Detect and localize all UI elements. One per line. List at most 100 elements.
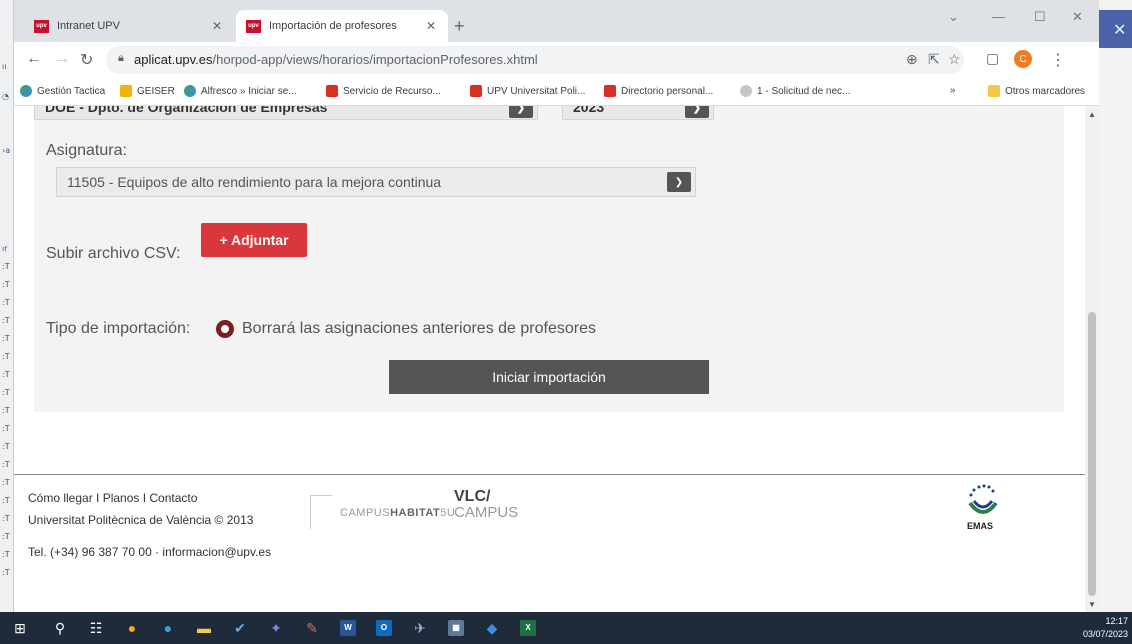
campus-habitat-wordmark: CAMPUSHABITAT5U — [340, 507, 455, 519]
upload-label: Subir archivo CSV: — [46, 245, 181, 262]
year-select[interactable]: 2023 ❯ — [562, 106, 714, 120]
profile-avatar[interactable]: C — [1014, 50, 1032, 68]
page-scrollbar[interactable]: ▲ ▼ — [1085, 106, 1099, 612]
bookmark-item[interactable]: Directorio personal... — [604, 85, 713, 97]
teams-icon[interactable]: ✦ — [268, 620, 284, 636]
tab-intranet[interactable]: upv Intranet UPV ✕ — [24, 10, 234, 42]
url-text: aplicat.upv.es/horpod-app/views/horarios… — [134, 52, 538, 67]
search-icon[interactable]: ⚲ — [52, 620, 68, 636]
bookmark-item[interactable]: 1 - Solicitud de nec... — [740, 85, 850, 97]
department-select[interactable]: DOE - Dpto. de Organización de Empresas … — [34, 106, 538, 120]
calculator-icon[interactable]: ▦ — [448, 620, 464, 636]
screen: ıı ◔ ›a ır :T :T :T :T :T :T :T :T :T :T… — [0, 0, 1132, 644]
chrome-icon[interactable]: ● — [124, 620, 140, 636]
url-path: /horpod-app/views/horarios/importacionPr… — [212, 52, 538, 67]
bookmark-star-icon[interactable]: ☆ — [948, 51, 961, 68]
edge-glyph: :T — [2, 316, 10, 325]
bookmark-item[interactable]: Alfresco » Iniciar se... — [184, 85, 297, 97]
background-window-edge-right: ✕ — [1099, 0, 1132, 612]
scrollbar-thumb[interactable] — [1088, 312, 1096, 596]
bookmark-item[interactable]: Servicio de Recurso... — [326, 85, 441, 97]
zoom-icon[interactable]: ⊕ — [906, 51, 918, 68]
edge-glyph: :T — [2, 334, 10, 343]
bookmark-label: Otros marcadores — [1005, 85, 1086, 97]
footer-contact: Tel. (+34) 96 387 70 00 · informacion@up… — [28, 545, 272, 559]
emas-logo[interactable]: EMAS — [964, 481, 1002, 553]
close-tab-icon[interactable]: ✕ — [212, 19, 222, 33]
edge-glyph: :T — [2, 496, 10, 505]
import-type-option-label[interactable]: Borrará las asignaciones anteriores de p… — [242, 320, 596, 338]
minimize-icon[interactable]: — — [992, 9, 1005, 24]
edge-glyph: :T — [2, 352, 10, 361]
close-window-icon[interactable]: ✕ — [1072, 9, 1083, 25]
bookmark-favicon-icon — [740, 85, 752, 97]
app-icon[interactable]: ◆ — [484, 620, 500, 636]
bookmark-favicon-icon — [326, 85, 338, 97]
scroll-up-icon[interactable]: ▲ — [1088, 110, 1096, 119]
subject-label: Asignatura: — [46, 142, 127, 159]
bookmark-item[interactable]: UPV Universitat Poli... — [470, 85, 585, 97]
clock-time: 12:17 — [1105, 616, 1128, 626]
replace-assignments-radio[interactable] — [216, 320, 234, 338]
subject-select[interactable]: 11505 - Equipos de alto rendimiento para… — [56, 167, 696, 197]
bookmark-label: Directorio personal... — [621, 85, 714, 97]
bookmarks-overflow-icon[interactable]: » — [950, 85, 956, 96]
bookmark-folder-other[interactable]: Otros marcadores — [988, 85, 1085, 97]
folder-icon — [988, 85, 1000, 97]
edge-glyph: :T — [2, 460, 10, 469]
vlc-campus-logo[interactable]: VLC/ CAMPUS — [454, 489, 524, 529]
edge-glyph: :T — [2, 478, 10, 487]
logo-bracket-icon — [310, 495, 332, 529]
campus-habitat-logo[interactable]: CAMPUSHABITAT5U — [310, 495, 455, 535]
tab-title: Intranet UPV — [57, 20, 120, 32]
windows-start-icon[interactable]: ⊞ — [12, 620, 28, 636]
department-value: DOE - Dpto. de Organización de Empresas — [45, 106, 328, 115]
scroll-down-icon[interactable]: ▼ — [1088, 600, 1096, 609]
close-icon: ✕ — [1113, 20, 1127, 39]
task-view-icon[interactable]: ☷ — [88, 620, 104, 636]
footer-links[interactable]: Cómo llegar I Planos I Contacto — [28, 491, 197, 505]
background-window-edge: ıı ◔ ›a ır :T :T :T :T :T :T :T :T :T :T… — [0, 0, 14, 612]
tab-search-icon[interactable]: ⌄ — [948, 9, 959, 25]
forward-icon[interactable]: → — [54, 50, 70, 68]
import-form-panel: DOE - Dpto. de Organización de Empresas … — [34, 106, 1064, 412]
windows-taskbar: ⊞ ⚲ ☷ ● ● ▬ ✔ ✦ ✎ W O ✈ ▦ ◆ X 12:17 03/0… — [0, 612, 1132, 644]
upv-favicon-icon: upv — [246, 19, 261, 33]
tab-importacion[interactable]: upv Importación de profesores ✕ — [236, 10, 448, 42]
maximize-icon[interactable]: ☐ — [1034, 9, 1046, 25]
new-tab-icon[interactable]: + — [454, 16, 465, 37]
start-import-button[interactable]: Iniciar importación — [389, 360, 709, 394]
outlook-icon[interactable]: O — [376, 620, 392, 636]
bookmark-item[interactable]: Gestión Tactica — [20, 85, 105, 97]
side-panel-icon[interactable]: ▢ — [986, 50, 999, 67]
edge-glyph: :T — [2, 280, 10, 289]
edge-glyph: :T — [2, 370, 10, 379]
app-icon[interactable]: ✈ — [412, 620, 428, 636]
bookmark-item[interactable]: GEISER — [120, 85, 175, 97]
logo-text-suffix: 5U — [440, 507, 456, 519]
app-icon[interactable]: ✔ — [232, 620, 248, 636]
edge-icon[interactable]: ● — [160, 620, 176, 636]
vlc-wordmark: VLC/ — [454, 488, 491, 505]
file-explorer-icon[interactable]: ▬ — [196, 620, 212, 636]
back-icon[interactable]: ← — [26, 50, 42, 68]
emas-emblem-icon — [968, 484, 998, 514]
reload-icon[interactable]: ↻ — [80, 50, 93, 70]
app-icon[interactable]: ✎ — [304, 620, 320, 636]
share-icon[interactable]: ⇱ — [928, 51, 940, 68]
close-tab-icon[interactable]: ✕ — [426, 19, 436, 33]
menu-kebab-icon[interactable]: ⋮ — [1050, 50, 1066, 70]
attach-button[interactable]: + Adjuntar — [201, 223, 307, 257]
word-icon[interactable]: W — [340, 620, 356, 636]
address-bar[interactable]: 🔒︎ aplicat.upv.es/horpod-app/views/horar… — [106, 46, 964, 74]
bookmark-favicon-icon — [604, 85, 616, 97]
excel-icon[interactable]: X — [520, 620, 536, 636]
bookmark-favicon-icon — [20, 85, 32, 97]
edge-glyph: :T — [2, 406, 10, 415]
tab-title: Importación de profesores — [269, 20, 397, 32]
system-clock[interactable]: 12:17 03/07/2023 — [1083, 615, 1128, 641]
campus-wordmark: CAMPUS — [454, 504, 519, 521]
chevron-down-icon: ❯ — [685, 106, 709, 118]
edge-glyph: ır — [2, 244, 8, 253]
lock-icon: 🔒︎ — [118, 52, 124, 64]
